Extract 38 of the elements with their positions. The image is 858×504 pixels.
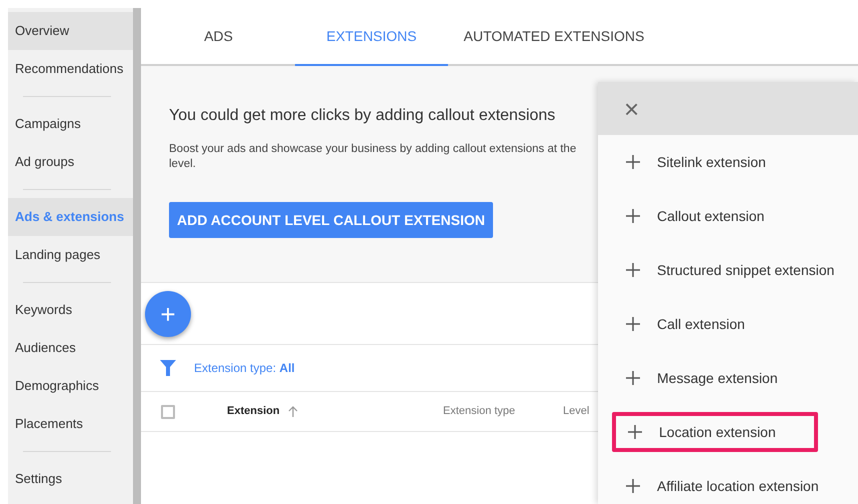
menu-item[interactable]: Location extension — [612, 412, 818, 452]
plus-icon — [625, 262, 641, 278]
sidebar-item[interactable]: Demographics — [8, 367, 133, 405]
plus-icon — [625, 478, 641, 494]
plus-icon — [625, 208, 641, 224]
column-header[interactable]: Level — [563, 403, 590, 420]
sort-arrow-icon[interactable] — [288, 406, 298, 417]
tab[interactable]: AUTOMATED EXTENSIONS — [448, 8, 660, 64]
sidebar-item[interactable]: Campaigns — [8, 105, 133, 143]
menu-item[interactable]: Message extension — [614, 358, 792, 398]
plus-icon — [625, 370, 641, 386]
menu-item[interactable]: Structured snippet extension — [614, 250, 848, 290]
close-button[interactable]: × — [624, 96, 640, 122]
sidebar-item[interactable]: Recommendations — [8, 50, 133, 88]
plus-icon — [625, 154, 641, 170]
plus-icon — [627, 424, 643, 440]
sidebar-item[interactable]: Keywords — [8, 291, 133, 329]
plus-icon — [625, 316, 641, 332]
sidebar-item[interactable]: Ad groups — [8, 143, 133, 181]
sidebar-item[interactable]: Placements — [8, 405, 133, 443]
add-callout-extension-button[interactable]: ADD ACCOUNT LEVEL CALLOUT EXTENSION — [169, 202, 494, 238]
filter-label[interactable]: Extension type: All — [194, 359, 295, 377]
sidebar-item[interactable]: Settings — [8, 460, 133, 498]
column-header[interactable]: Extension type — [443, 403, 516, 420]
menu-item[interactable]: Affiliate location extension — [614, 466, 833, 504]
tab[interactable]: ADS — [142, 8, 295, 64]
menu-item[interactable]: Call extension — [614, 304, 759, 344]
select-all-checkbox[interactable] — [161, 404, 175, 418]
column-header[interactable]: Extension — [227, 403, 280, 420]
banner-description: Boost your ads and showcase your business by adding callout extensions at the level. — [169, 142, 576, 172]
filter-icon[interactable] — [160, 360, 176, 376]
banner-title: You could get more clicks by adding callout extensions — [169, 106, 556, 126]
menu-item[interactable]: Callout extension — [614, 196, 778, 236]
sidebar-item[interactable]: Overview — [8, 12, 133, 50]
menu-item[interactable]: Sitelink extension — [614, 142, 780, 182]
add-button[interactable]: + — [145, 290, 191, 336]
sidebar-item[interactable]: Landing pages — [8, 236, 133, 274]
sidebar-item[interactable]: Audiences — [8, 329, 133, 367]
